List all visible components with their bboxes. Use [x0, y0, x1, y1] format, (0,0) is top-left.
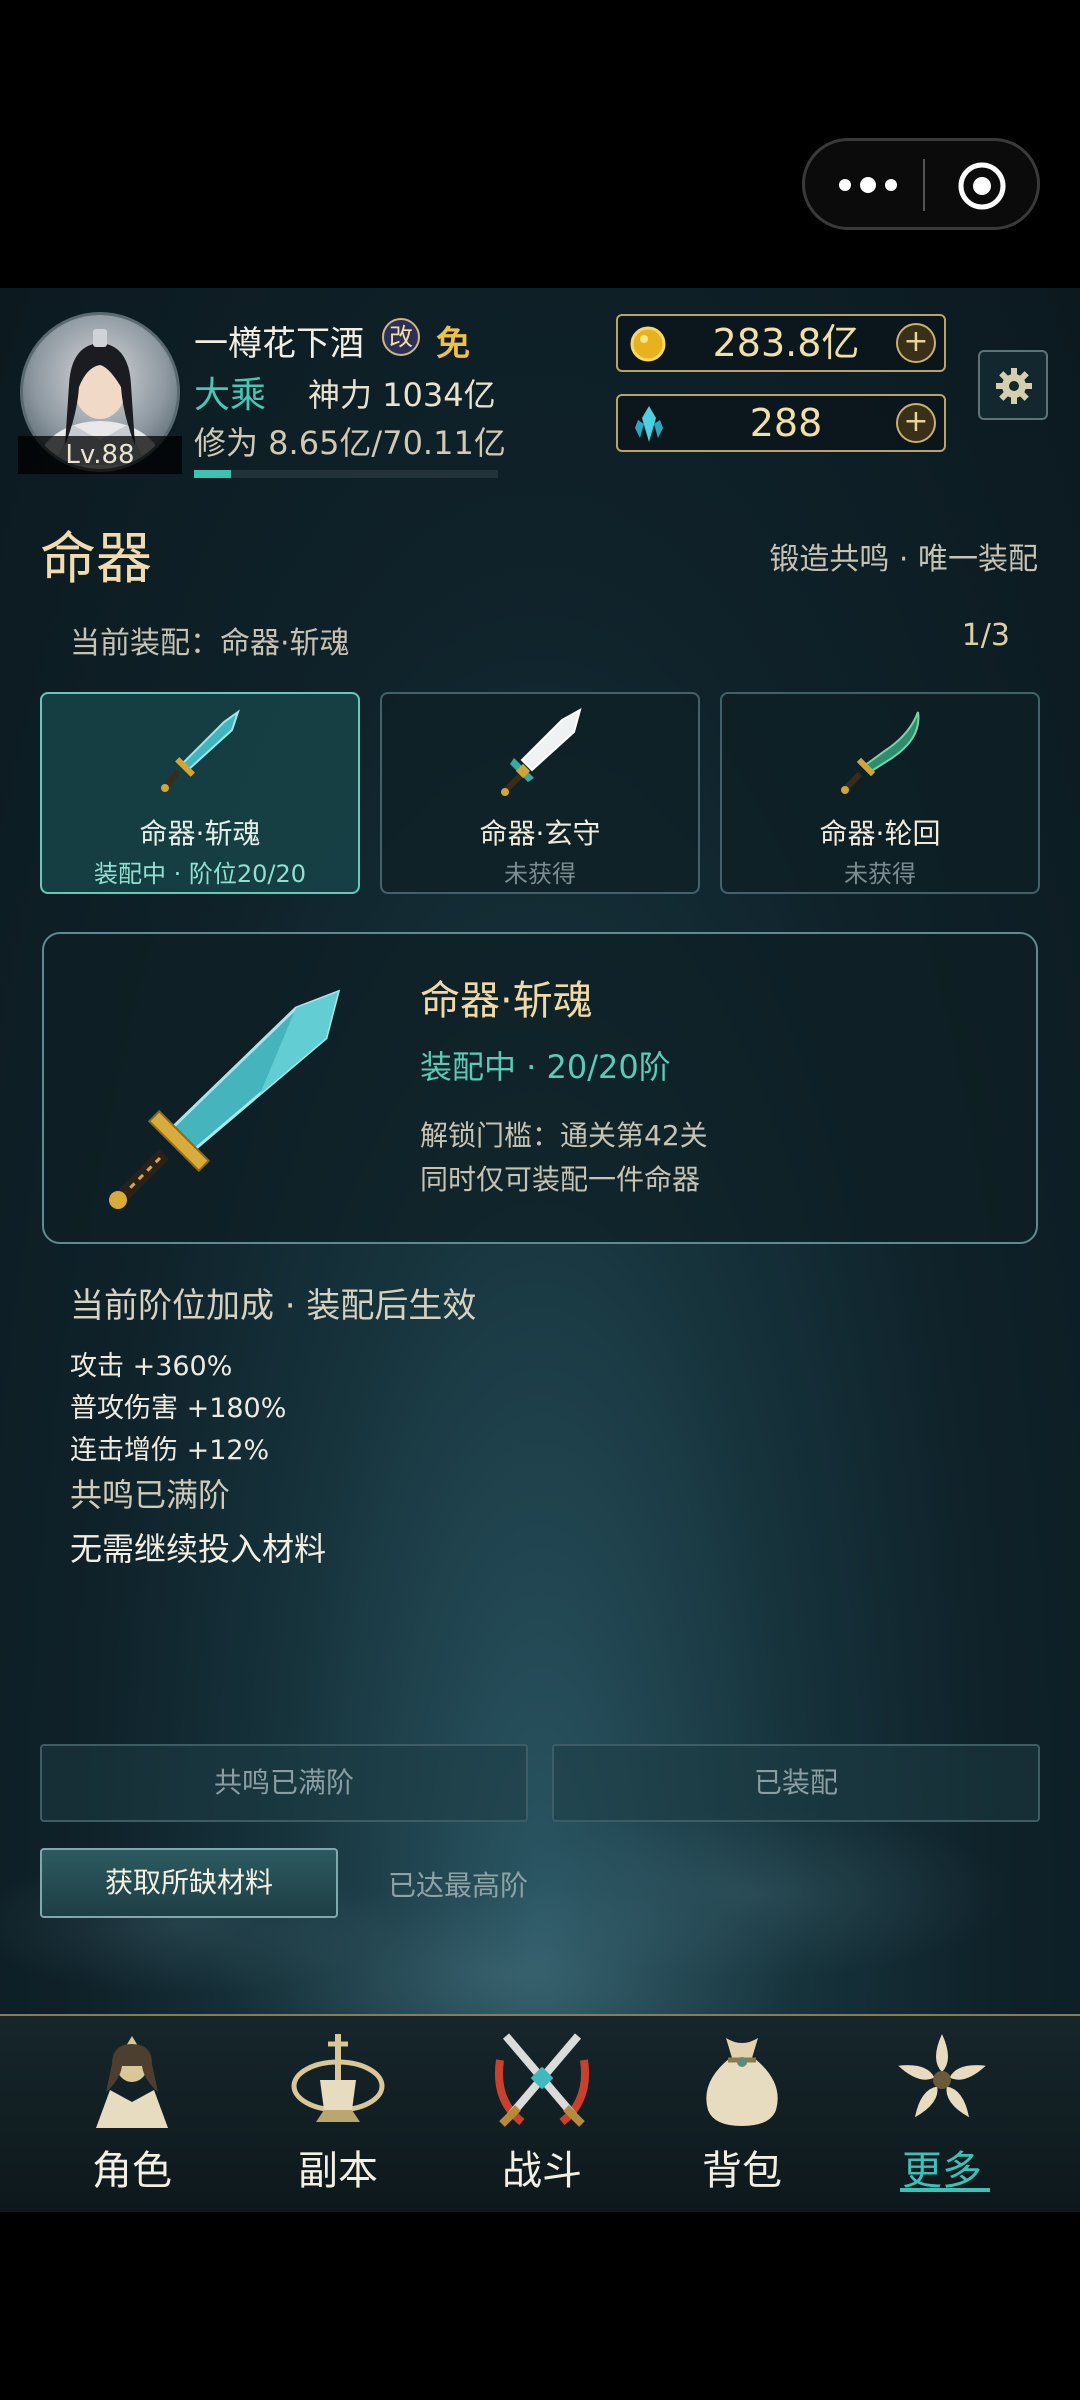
bonus-combo-damage: 连击增伤 +12%: [70, 1435, 270, 1466]
player-power: 神力 1034亿: [308, 370, 496, 416]
mini-program-capsule: [802, 138, 1040, 230]
card-status: 未获得: [504, 860, 576, 888]
weapon-detail-panel: 命器·斩魂 装配中 · 20/20阶 解锁门槛：通关第42关 同时仅可装配一件命…: [42, 932, 1038, 1244]
weapon-card-zhanhun[interactable]: 命器·斩魂 装配中 · 阶位20/20: [40, 692, 360, 894]
nav-character[interactable]: 角色: [32, 2016, 232, 2212]
detail-equip-note: 同时仅可装配一件命器: [420, 1163, 701, 1196]
nav-dungeon[interactable]: 副本: [238, 2016, 438, 2212]
crystal-currency: 288 +: [616, 394, 946, 452]
lotus-more-icon: [898, 2034, 986, 2118]
nav-battle[interactable]: 战斗: [442, 2016, 642, 2212]
get-materials-button[interactable]: 获取所缺材料: [40, 1848, 338, 1918]
more-dots-icon[interactable]: [833, 163, 903, 207]
character-icon: [96, 2036, 168, 2128]
curved-blade-icon: [841, 711, 920, 794]
nav-active-indicator: [900, 2188, 990, 2192]
nav-label: 战斗: [502, 2148, 582, 2194]
nav-bag[interactable]: 背包: [642, 2016, 842, 2212]
nav-label: 角色: [92, 2148, 172, 2194]
gold-currency: 283.8亿 +: [616, 314, 946, 372]
card-status: 装配中 · 阶位20/20: [93, 860, 307, 888]
card-status: 未获得: [844, 860, 916, 888]
resonance-button[interactable]: 共鸣已满阶: [40, 1744, 528, 1822]
cultivation-progress-fill: [194, 470, 232, 478]
crossed-swords-icon: [495, 2033, 589, 2127]
power-value: 1034亿: [382, 376, 496, 414]
teal-sword-icon: [161, 709, 240, 792]
equipped-button[interactable]: 已装配: [552, 1744, 1040, 1822]
bottom-nav: 角色 副本 战斗 背包 更多: [0, 2014, 1080, 2212]
crystal-value: 288: [749, 401, 823, 445]
cultivation-progress-bar: [194, 470, 498, 478]
bonus-header: 当前阶位加成 · 装配后生效: [70, 1286, 477, 1326]
crystal-icon: [635, 406, 663, 442]
player-realm: 大乘: [194, 375, 267, 416]
nav-label: 副本: [298, 2148, 378, 2194]
player-name: 一樽花下酒: [194, 324, 364, 364]
current-equip-label: 当前装配：命器·斩魂: [70, 626, 350, 661]
free-badge: 免: [436, 324, 470, 364]
power-label: 神力: [308, 376, 373, 414]
settings-button[interactable]: [978, 350, 1048, 420]
card-name: 命器·轮回: [819, 817, 941, 850]
collection-count: 1/3: [961, 618, 1010, 653]
detail-unlock-requirement: 解锁门槛：通关第42关: [420, 1119, 708, 1152]
bonus-attack: 攻击 +360%: [70, 1351, 233, 1382]
target-circle-icon[interactable]: [957, 161, 1007, 211]
nav-label: 背包: [702, 2148, 782, 2194]
detail-weapon-status: 装配中 · 20/20阶: [420, 1048, 671, 1086]
page-title: 命器: [40, 527, 152, 592]
gear-icon: [996, 368, 1032, 404]
detail-weapon-name: 命器·斩魂: [420, 978, 593, 1024]
resonance-maxed-text: 共鸣已满阶: [70, 1476, 231, 1514]
rename-badge[interactable]: 改: [382, 318, 420, 356]
card-name: 命器·斩魂: [139, 817, 261, 850]
nav-more[interactable]: 更多: [842, 2016, 1042, 2212]
cultivation-text: 修为 8.65亿/70.11亿: [194, 424, 506, 462]
dungeon-icon: [291, 2034, 385, 2122]
weapon-card-xuanshou[interactable]: 命器·玄守 未获得: [380, 692, 700, 894]
bag-icon: [706, 2038, 778, 2126]
capsule-divider: [923, 159, 925, 211]
add-gold-button[interactable]: +: [896, 323, 936, 363]
bonus-normal-damage: 普攻伤害 +180%: [70, 1393, 287, 1424]
player-level: Lv.88: [18, 436, 182, 474]
card-name: 命器·玄守: [479, 817, 601, 850]
gold-coin-icon: [630, 326, 666, 362]
max-rank-text: 已达最高阶: [388, 1869, 529, 1902]
no-material-text: 无需继续投入材料: [70, 1530, 327, 1568]
teal-sword-large-icon: [109, 989, 341, 1209]
add-crystal-button[interactable]: +: [896, 403, 936, 443]
page-subtitle: 锻造共鸣 · 唯一装配: [769, 542, 1038, 577]
gold-value: 283.8亿: [712, 321, 860, 365]
white-sword-icon: [501, 708, 582, 796]
weapon-card-lunhui[interactable]: 命器·轮回 未获得: [720, 692, 1040, 894]
